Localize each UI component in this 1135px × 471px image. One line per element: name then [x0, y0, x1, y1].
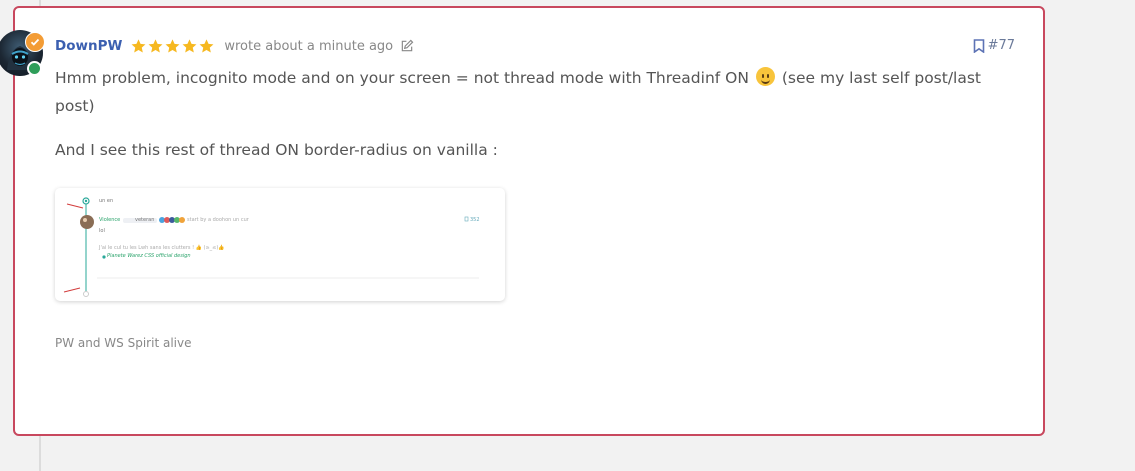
post-card: DownPW wrote about a minute ago #77 Hmm … — [13, 6, 1045, 436]
star-icon — [148, 38, 163, 52]
embed-line1: un en — [99, 198, 114, 204]
post-index[interactable]: #77 — [973, 38, 1015, 53]
post-header: DownPW wrote about a minute ago — [55, 36, 414, 56]
embed-signature-line1: J'ai le cul tu les Lwh sans les clutters… — [99, 245, 225, 251]
post-signature: PW and WS Spirit alive — [55, 336, 192, 350]
post-paragraph: And I see this rest of thread ON border-… — [55, 141, 498, 159]
post-index-label: #77 — [987, 38, 1015, 53]
star-icon — [182, 38, 197, 52]
check-icon — [30, 38, 40, 46]
post-content: Hmm problem, incognito mode and on your … — [55, 64, 995, 164]
author-rating — [130, 38, 215, 55]
star-icon — [199, 38, 214, 52]
star-icon — [165, 38, 180, 52]
embed-signature-line2: Planete Warez CSS official design — [107, 253, 191, 259]
embed-body: lol — [99, 228, 105, 234]
embed-username: Violence — [99, 217, 121, 223]
embed-index: 352 — [470, 217, 480, 223]
moderator-badge — [25, 32, 45, 52]
edit-icon[interactable] — [400, 39, 414, 53]
embed-badge: veteran — [135, 217, 155, 223]
author-username[interactable]: DownPW — [55, 38, 122, 54]
online-status-indicator — [27, 61, 42, 76]
embed-meta: start by a doohon un cur — [187, 217, 249, 223]
post-paragraph: Hmm problem, incognito mode and on your … — [55, 64, 995, 120]
bookmark-icon[interactable] — [973, 38, 985, 53]
paragraph-text: Hmm problem, incognito mode and on your … — [55, 69, 749, 87]
post-timestamp[interactable]: wrote about a minute ago — [224, 39, 393, 54]
smiley-icon — [755, 67, 775, 86]
embedded-screenshot[interactable]: un en Violence veteran start by a doohon… — [55, 188, 505, 301]
star-icon — [131, 38, 146, 52]
